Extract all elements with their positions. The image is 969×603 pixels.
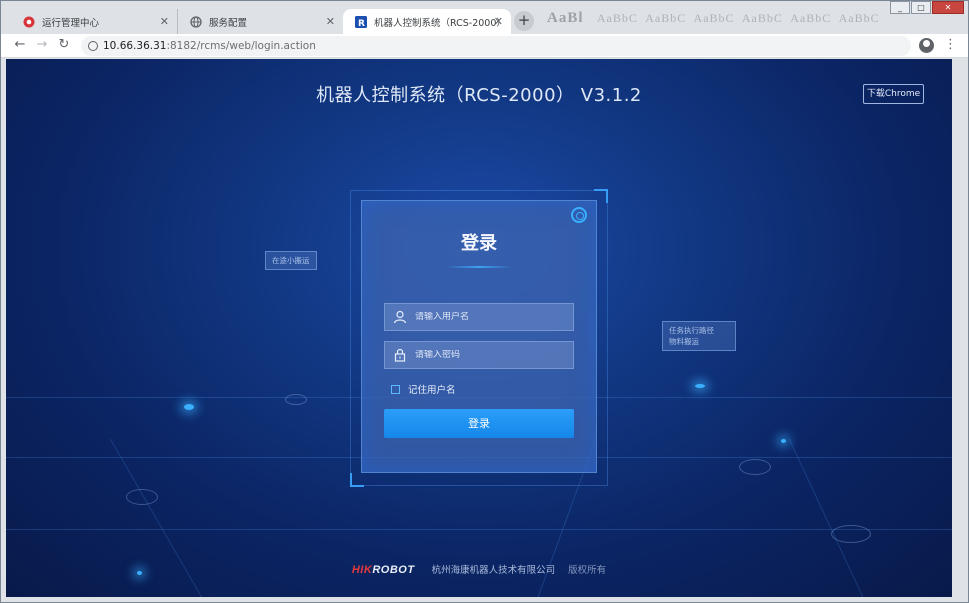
tab-strip: 运行管理中心 ✕ 服务配置 ✕ R 机器人控制系统（RCS-2000） ✕ + …: [1, 1, 968, 35]
font-sample: AaBbC: [838, 11, 880, 25]
password-field[interactable]: [384, 341, 574, 369]
user-icon: [385, 304, 415, 330]
target-ring-icon: [571, 207, 587, 223]
login-card: 登录 记住用户名 登录: [361, 200, 597, 473]
font-sample: AaBl: [547, 10, 584, 26]
copyright-text: 版权所有: [568, 565, 607, 576]
font-sample: AaBbC: [645, 11, 687, 25]
forward-arrow-icon[interactable]: →: [33, 37, 51, 52]
svg-text:R: R: [358, 19, 365, 28]
tab-label: 服务配置: [209, 17, 248, 29]
tab-label: 机器人控制系统（RCS-2000）: [374, 18, 506, 29]
reload-icon[interactable]: ↻: [55, 37, 73, 52]
close-icon[interactable]: ✕: [326, 15, 335, 28]
address-bar[interactable]: 10.66.36.31:8182/rcms/web/login.action: [81, 36, 911, 56]
tab-operations-center[interactable]: 运行管理中心 ✕: [11, 9, 177, 34]
close-window-button[interactable]: ✕: [932, 1, 964, 14]
page-title: 机器人控制系统（RCS-2000） V3.1.2: [316, 85, 642, 106]
password-input[interactable]: [415, 350, 565, 360]
glow-dot: [695, 384, 705, 388]
back-arrow-icon[interactable]: ←: [11, 37, 29, 52]
globe-icon: [190, 15, 202, 28]
hikrobot-logo: HIKROBOT: [352, 564, 415, 576]
font-sample: AaBbC: [693, 11, 735, 25]
float-label-left: 在途小搬运: [265, 251, 317, 270]
grid-line: [6, 529, 952, 530]
login-button[interactable]: 登录: [384, 409, 574, 438]
url-path: :8182/rcms/web/login.action: [166, 40, 316, 52]
username-input[interactable]: [415, 312, 565, 322]
font-sample: AaBbC: [596, 11, 638, 25]
new-tab-button[interactable]: +: [514, 11, 534, 31]
float-label-line: 任务执行路径: [669, 326, 714, 335]
download-chrome-button[interactable]: 下载Chrome: [863, 84, 924, 104]
glow-dot: [781, 439, 786, 443]
lock-icon: [385, 342, 415, 368]
login-page: 在途小搬运 任务执行路径 物料搬运 机器人控制系统（RCS-2000） V3.1…: [6, 59, 952, 597]
logo-hik: HIK: [351, 564, 373, 576]
info-icon[interactable]: [88, 41, 98, 51]
font-sample: AaBbC: [741, 11, 783, 25]
address-toolbar: ← → ↻ 10.66.36.31:8182/rcms/web/login.ac…: [1, 34, 968, 58]
menu-dots-icon[interactable]: ⋮: [944, 37, 957, 52]
url-host: 10.66.36.31: [103, 40, 167, 52]
logo-robot: ROBOT: [372, 564, 415, 576]
remember-checkbox[interactable]: [391, 384, 400, 394]
platform-ring-icon: [126, 489, 158, 505]
footer: HIKROBOT 杭州海康机器人技术有限公司 版权所有: [6, 562, 952, 576]
minimize-button[interactable]: _: [890, 1, 910, 14]
username-field[interactable]: [384, 303, 574, 331]
float-label-line: 物料搬运: [669, 337, 699, 346]
browser-window: 运行管理中心 ✕ 服务配置 ✕ R 机器人控制系统（RCS-2000） ✕ + …: [0, 0, 969, 603]
glow-dot: [184, 404, 194, 410]
login-title: 登录: [461, 233, 497, 254]
title-underline: [446, 266, 512, 268]
font-sample: AaBbC: [790, 11, 832, 25]
tab-rcs-login[interactable]: R 机器人控制系统（RCS-2000） ✕: [343, 9, 511, 35]
shield-icon: [23, 16, 35, 28]
platform-ring-icon: [831, 525, 871, 543]
company-name: 杭州海康机器人技术有限公司: [431, 565, 556, 576]
platform-ring-icon: [739, 459, 771, 475]
close-icon[interactable]: ✕: [160, 15, 169, 28]
platform-ring-icon: [285, 394, 307, 405]
account-icon[interactable]: [919, 38, 934, 53]
close-icon[interactable]: ✕: [494, 15, 503, 28]
tab-label: 运行管理中心: [42, 17, 100, 29]
float-label-right: 任务执行路径 物料搬运: [662, 321, 736, 351]
frame-corner: [350, 473, 364, 487]
r-logo-icon: R: [355, 16, 367, 28]
remember-label: 记住用户名: [408, 385, 456, 396]
remember-username[interactable]: 记住用户名: [391, 382, 456, 396]
maximize-button[interactable]: □: [911, 1, 931, 14]
font-style-samples: AaBl AaBbC AaBbC AaBbC AaBbC AaBbC AaBbC: [547, 10, 880, 27]
tab-service-config[interactable]: 服务配置 ✕: [177, 9, 343, 34]
window-controls: _ □ ✕: [889, 1, 964, 14]
